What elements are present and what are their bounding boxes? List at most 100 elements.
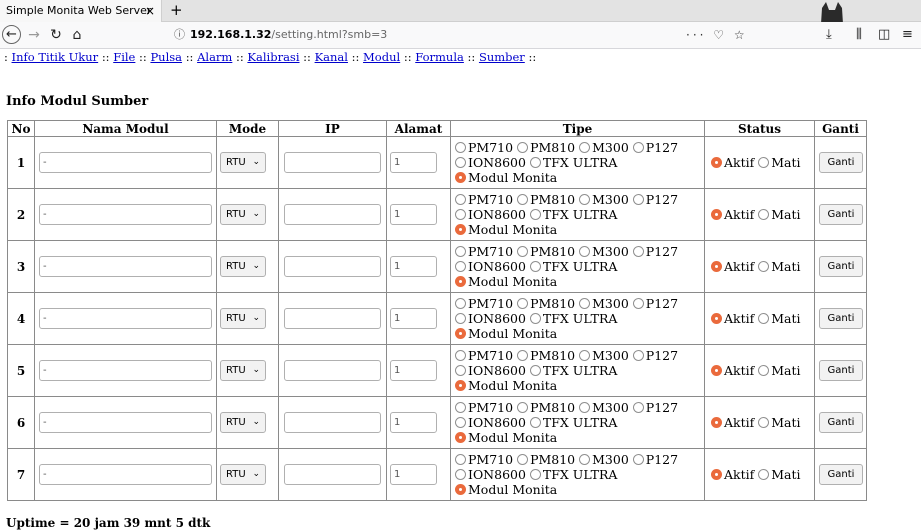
tipe-radio[interactable] [579, 298, 591, 309]
tipe-option[interactable]: PM710 [455, 192, 513, 207]
status-radio[interactable] [711, 157, 722, 168]
ganti-button[interactable]: Ganti [819, 152, 863, 173]
tipe-option[interactable]: PM710 [455, 140, 513, 155]
tipe-option[interactable]: PM810 [517, 400, 575, 415]
menu-link-formula[interactable]: Formula [415, 50, 464, 64]
tipe-option[interactable]: M300 [579, 452, 629, 467]
page-actions-icons[interactable]: ··· ♡ ☆ [686, 25, 748, 45]
status-radio[interactable] [711, 417, 722, 428]
status-radio[interactable] [711, 469, 722, 480]
alamat-input[interactable]: 1 [390, 308, 437, 329]
tipe-radio[interactable] [455, 224, 466, 235]
mode-select[interactable]: RTU ⌄ [220, 256, 266, 277]
tipe-option[interactable]: P127 [632, 452, 678, 467]
site-info-icon[interactable]: ⓘ [174, 25, 185, 45]
nama-modul-input[interactable]: - [39, 256, 212, 277]
tipe-option[interactable]: PM710 [455, 452, 513, 467]
tipe-option[interactable]: ION8600 [455, 259, 526, 274]
tipe-radio[interactable] [517, 246, 529, 257]
status-radio[interactable] [711, 365, 722, 376]
sidebar-icon[interactable]: ◫ [878, 26, 890, 44]
tipe-radio[interactable] [455, 142, 466, 153]
tipe-radio[interactable] [632, 454, 644, 465]
mode-select[interactable]: RTU ⌄ [220, 360, 266, 381]
alamat-input[interactable]: 1 [390, 256, 437, 277]
status-radio[interactable] [758, 261, 770, 272]
menu-link-info-titik-ukur[interactable]: Info Titik Ukur [12, 50, 99, 64]
status-radio[interactable] [711, 313, 722, 324]
ganti-button[interactable]: Ganti [819, 308, 863, 329]
tipe-option[interactable]: PM810 [517, 296, 575, 311]
alamat-input[interactable]: 1 [390, 464, 437, 485]
tipe-option[interactable]: PM810 [517, 452, 575, 467]
ip-input[interactable] [284, 152, 381, 173]
mode-select[interactable]: RTU ⌄ [220, 152, 266, 173]
ganti-button[interactable]: Ganti [819, 204, 863, 225]
tipe-radio[interactable] [517, 350, 529, 361]
tipe-radio[interactable] [529, 157, 541, 168]
tipe-option[interactable]: TFX ULTRA [529, 467, 617, 482]
tipe-option[interactable]: Modul Monita [455, 378, 557, 393]
nama-modul-input[interactable]: - [39, 308, 212, 329]
tipe-option[interactable]: P127 [632, 400, 678, 415]
ip-input[interactable] [284, 204, 381, 225]
tipe-option[interactable]: Modul Monita [455, 430, 557, 445]
tipe-option[interactable]: Modul Monita [455, 326, 557, 341]
tipe-option[interactable]: Modul Monita [455, 482, 557, 497]
ganti-button[interactable]: Ganti [819, 360, 863, 381]
tipe-radio[interactable] [579, 142, 591, 153]
tipe-radio[interactable] [632, 142, 644, 153]
tipe-radio[interactable] [579, 402, 591, 413]
tipe-option[interactable]: Modul Monita [455, 222, 557, 237]
tipe-option[interactable]: ION8600 [455, 363, 526, 378]
menu-link-alarm[interactable]: Alarm [197, 50, 232, 64]
mode-select[interactable]: RTU ⌄ [220, 308, 266, 329]
alamat-input[interactable]: 1 [390, 152, 437, 173]
tipe-option[interactable]: PM710 [455, 348, 513, 363]
ip-input[interactable] [284, 412, 381, 433]
tipe-radio[interactable] [455, 298, 466, 309]
tipe-radio[interactable] [455, 484, 466, 495]
tipe-option[interactable]: TFX ULTRA [529, 207, 617, 222]
tipe-option[interactable]: PM810 [517, 192, 575, 207]
nama-modul-input[interactable]: - [39, 464, 212, 485]
status-radio[interactable] [711, 261, 722, 272]
menu-link-kanal[interactable]: Kanal [315, 50, 348, 64]
nama-modul-input[interactable]: - [39, 412, 212, 433]
tipe-radio[interactable] [632, 194, 644, 205]
tipe-option[interactable]: PM710 [455, 400, 513, 415]
tipe-option[interactable]: ION8600 [455, 311, 526, 326]
ganti-button[interactable]: Ganti [819, 464, 863, 485]
tipe-radio[interactable] [455, 157, 466, 168]
tipe-option[interactable]: M300 [579, 140, 629, 155]
tipe-option[interactable]: ION8600 [455, 207, 526, 222]
tipe-radio[interactable] [455, 469, 466, 480]
mode-select[interactable]: RTU ⌄ [220, 204, 266, 225]
menu-icon[interactable]: ≡ [902, 26, 913, 44]
tipe-option[interactable]: P127 [632, 348, 678, 363]
tipe-radio[interactable] [579, 454, 591, 465]
tipe-radio[interactable] [517, 298, 529, 309]
tipe-option[interactable]: M300 [579, 296, 629, 311]
tipe-radio[interactable] [455, 246, 466, 257]
tipe-option[interactable]: TFX ULTRA [529, 415, 617, 430]
tipe-option[interactable]: PM810 [517, 140, 575, 155]
ip-input[interactable] [284, 464, 381, 485]
browser-tab[interactable]: Simple Monita Web Server × [0, 0, 162, 22]
tipe-option[interactable]: TFX ULTRA [529, 155, 617, 170]
tipe-radio[interactable] [455, 365, 466, 376]
home-icon[interactable]: ⌂ [67, 25, 87, 45]
tipe-radio[interactable] [529, 209, 541, 220]
tipe-radio[interactable] [455, 432, 466, 443]
tipe-option[interactable]: P127 [632, 244, 678, 259]
tab-close-icon[interactable]: × [145, 0, 155, 22]
tipe-radio[interactable] [455, 328, 466, 339]
tipe-option[interactable]: PM710 [455, 244, 513, 259]
alamat-input[interactable]: 1 [390, 204, 437, 225]
status-radio[interactable] [758, 209, 770, 220]
menu-link-kalibrasi[interactable]: Kalibrasi [247, 50, 299, 64]
tipe-option[interactable]: Modul Monita [455, 274, 557, 289]
tipe-option[interactable]: P127 [632, 140, 678, 155]
address-bar[interactable]: ⓘ 192.168.1.32/setting.html?smb=3 ··· ♡ … [168, 25, 758, 45]
tipe-option[interactable]: TFX ULTRA [529, 311, 617, 326]
